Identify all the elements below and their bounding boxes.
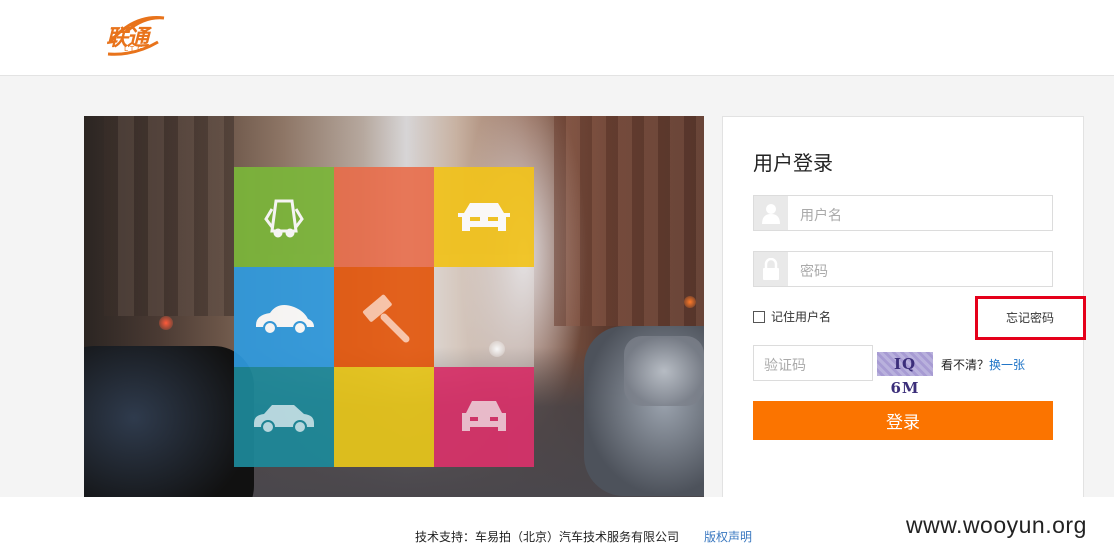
remember-label: 记住用户名 xyxy=(771,310,832,324)
captcha-refresh-link[interactable]: 换一张 xyxy=(989,358,1025,372)
beetle-car-icon xyxy=(256,305,314,335)
remember-checkbox[interactable] xyxy=(753,310,765,323)
sedan-icon xyxy=(254,405,314,434)
password-input[interactable]: 密码 xyxy=(800,261,828,281)
lock-icon xyxy=(754,252,788,286)
captcha-image[interactable]: IQ 6M xyxy=(877,352,933,397)
tile-blank[interactable] xyxy=(434,267,534,367)
hero-car-distant xyxy=(624,336,704,406)
watermark: www.wooyun.org xyxy=(906,512,1087,538)
car-doors-open-icon xyxy=(264,199,304,238)
remember-username[interactable]: 记住用户名 xyxy=(753,308,831,325)
login-button[interactable]: 登录 xyxy=(753,401,1053,440)
tile-car-rear[interactable] xyxy=(434,367,534,467)
hero-banner xyxy=(84,116,704,497)
tech-support-text: 技术支持：车易拍（北京）汽车技术服务有限公司 xyxy=(415,530,680,544)
tile-auction[interactable] xyxy=(334,267,434,367)
hero-building-right xyxy=(554,116,704,326)
user-icon xyxy=(754,196,788,230)
hero-light xyxy=(159,316,173,330)
tile-car-doors[interactable] xyxy=(234,167,334,267)
forgot-password-highlight xyxy=(975,296,1086,340)
hero-light xyxy=(684,296,696,308)
category-tiles xyxy=(234,167,534,467)
username-field[interactable]: 用户名 xyxy=(753,195,1053,231)
tile-car-front[interactable] xyxy=(434,167,534,267)
auction-hammer-icon xyxy=(362,294,410,343)
captcha-help: 看不清？换一张 xyxy=(941,356,1025,373)
site-header: 联通 LTG xyxy=(0,0,1114,76)
login-panel: 用户登录 用户名 密码 记住用户名 忘记密码 验证码 IQ 6M 看不清？换一张… xyxy=(722,116,1086,498)
tile-yellow[interactable] xyxy=(334,367,434,467)
car-rear-icon xyxy=(462,401,506,431)
captcha-field[interactable]: 验证码 xyxy=(753,345,873,381)
brand-logo[interactable]: 联通 LTG xyxy=(104,12,168,60)
captcha-input[interactable]: 验证码 xyxy=(764,355,806,375)
tile-orange[interactable] xyxy=(334,167,434,267)
tile-sedan[interactable] xyxy=(234,367,334,467)
login-title: 用户登录 xyxy=(753,151,833,175)
copyright-link[interactable]: 版权声明 xyxy=(704,528,752,545)
hero-car-left xyxy=(84,346,254,497)
username-input[interactable]: 用户名 xyxy=(800,205,842,225)
password-field[interactable]: 密码 xyxy=(753,251,1053,287)
tile-beetle[interactable] xyxy=(234,267,334,367)
hero-building-left xyxy=(104,116,234,316)
car-front-icon xyxy=(458,203,510,231)
captcha-hint: 看不清？ xyxy=(941,358,990,372)
logo-subtext: LTG xyxy=(124,45,146,53)
